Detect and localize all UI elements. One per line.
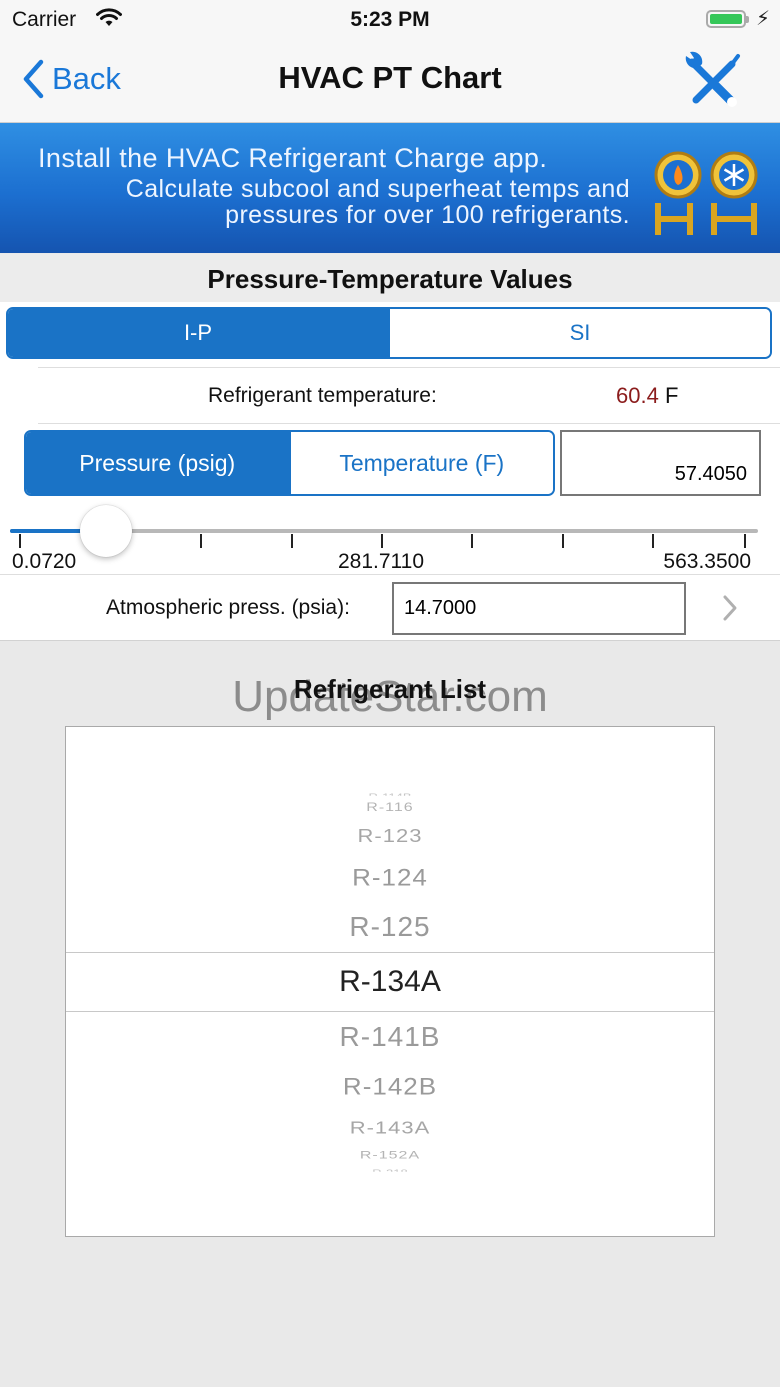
picker-selection-top-line <box>66 952 714 953</box>
tab-pressure[interactable]: Pressure (psig) <box>26 432 289 494</box>
status-bar: Carrier 5:23 PM ⚡︎ <box>0 0 780 40</box>
tools-settings-button[interactable] <box>682 48 746 112</box>
promo-banner[interactable]: Install the HVAC Refrigerant Charge app.… <box>0 123 780 253</box>
picker-item: R-218 <box>66 1168 714 1172</box>
picker-item[interactable]: R-123 <box>66 825 714 847</box>
refrigerant-list-title: Refrigerant List <box>293 674 487 704</box>
tab-ip[interactable]: I-P <box>8 309 388 357</box>
divider <box>38 367 780 368</box>
picker-item[interactable]: R-141B <box>66 1021 714 1053</box>
slider-tick <box>200 534 202 548</box>
page-title: HVAC PT Chart <box>278 60 502 95</box>
picker-item[interactable]: R-124 <box>66 863 714 892</box>
battery-icon <box>706 10 749 28</box>
pt-section-header: Pressure-Temperature Values <box>0 254 780 302</box>
slider-tick <box>471 534 473 548</box>
picker-item[interactable]: R-125 <box>66 911 714 943</box>
slider-tick <box>381 534 383 548</box>
banner-line-1: Install the HVAC Refrigerant Charge app. <box>38 143 548 173</box>
refrigerant-temp-number: 60.4 <box>616 383 659 408</box>
banner-line-2: Calculate subcool and superheat temps an… <box>125 175 630 203</box>
picker-item[interactable]: R-116 <box>66 802 714 815</box>
banner-line-3: pressures for over 100 refrigerants. <box>225 201 630 229</box>
refrigerant-picker[interactable]: R-114B R-116 R-123 R-124 R-125 R-134A R-… <box>65 726 715 1237</box>
tab-temperature[interactable]: Temperature (F) <box>288 432 553 494</box>
clock: 5:23 PM <box>350 8 430 31</box>
chevron-right-icon[interactable] <box>722 594 738 627</box>
picker-item[interactable]: R-143A <box>66 1118 714 1139</box>
gauges-icon <box>650 145 762 243</box>
divider <box>0 574 780 575</box>
wrench-screwdriver-icon <box>685 51 740 107</box>
picker-item: R-114B <box>66 792 714 796</box>
navigation-bar: Back HVAC PT Chart <box>0 40 780 123</box>
atmospheric-pressure-input[interactable] <box>392 582 686 635</box>
picker-item[interactable]: R-142B <box>66 1072 714 1101</box>
unit-segmented-control: I-P SI <box>6 307 772 359</box>
tab-si[interactable]: SI <box>388 309 770 357</box>
slider-tick <box>744 534 746 548</box>
refrigerant-temp-label: Refrigerant temperature: <box>208 384 437 407</box>
pt-section-title: Pressure-Temperature Values <box>207 264 573 294</box>
refrigerant-temp-value: 60.4 F <box>616 383 678 409</box>
slider-max-label: 563.3500 <box>663 550 751 573</box>
charging-bolt-icon: ⚡︎ <box>756 8 771 30</box>
atmospheric-pressure-label: Atmospheric press. (psia): <box>106 596 350 619</box>
slider-tick <box>291 534 293 548</box>
divider <box>0 640 780 641</box>
divider <box>38 423 780 424</box>
picker-item[interactable]: R-152A <box>66 1150 714 1162</box>
picker-selection-bottom-line <box>66 1011 714 1012</box>
slider-tick <box>562 534 564 548</box>
refrigerant-temp-unit: F <box>664 383 679 408</box>
mode-segmented-control: Pressure (psig) Temperature (F) <box>24 430 555 496</box>
slider-tick <box>19 534 21 548</box>
picker-selected-item[interactable]: R-134A <box>66 965 714 999</box>
value-input[interactable] <box>560 430 761 496</box>
slider-tick <box>652 534 654 548</box>
